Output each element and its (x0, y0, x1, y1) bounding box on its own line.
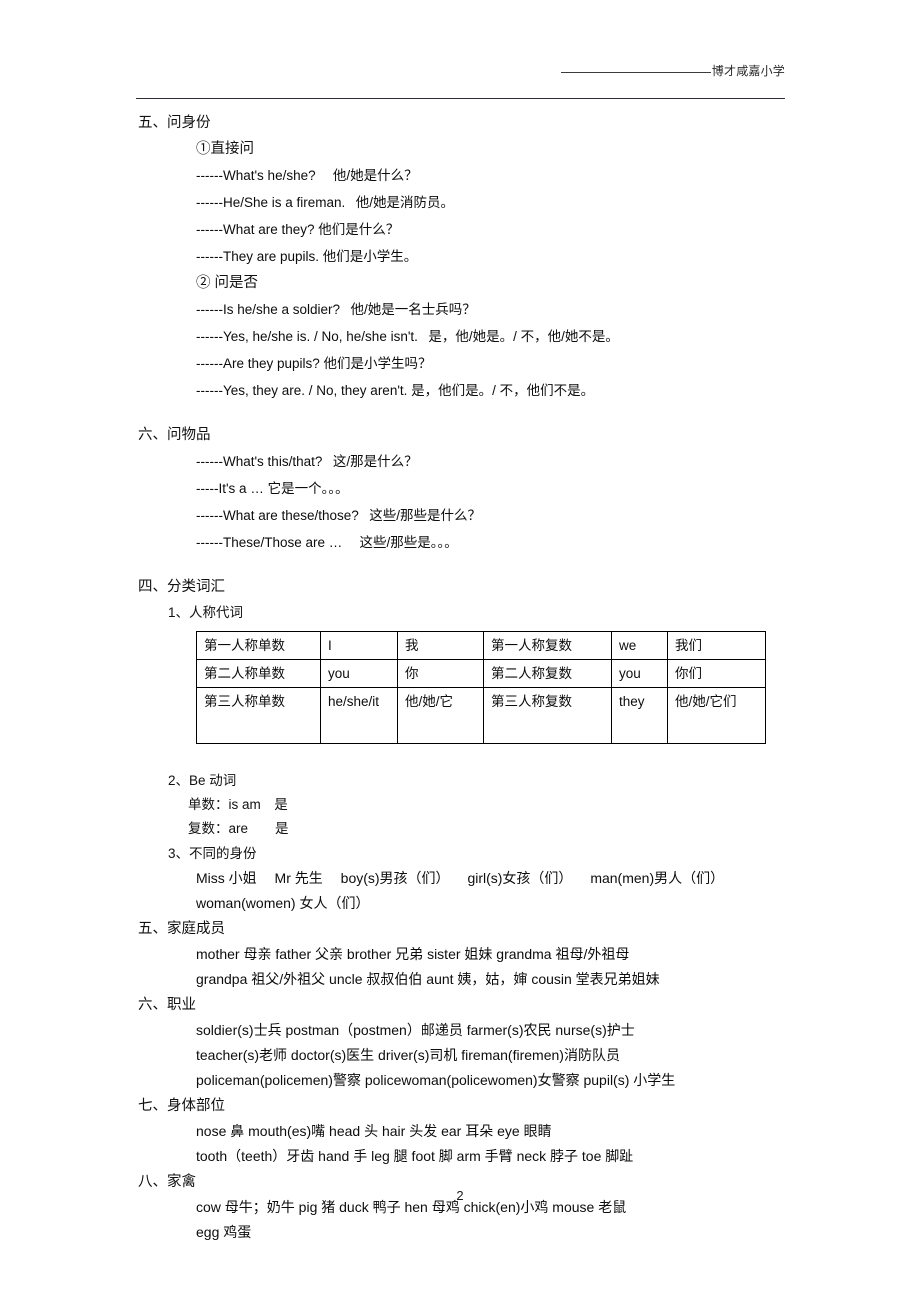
table-cell-singular-en: you (320, 659, 398, 688)
table-cell-plural-label: 第一人称复数 (483, 631, 612, 660)
dialogue-line: ------Yes, he/she is. / No, he/she isn't… (196, 329, 619, 344)
vocab-line: teacher(s)老师 doctor(s)医生 driver(s)司机 fir… (196, 1047, 620, 1063)
section-heading-family: 五、家庭成员 (138, 921, 225, 937)
dialogue-line: ------What's this/that? 这/那是什么？ (196, 454, 418, 469)
dialogue-line: ------They are pupils. 他们是小学生。 (196, 249, 418, 264)
vocab-line: woman(women) 女人（们） (196, 895, 370, 911)
table-cell-singular-cn: 你 (397, 659, 484, 688)
table-cell-plural-cn: 我们 (667, 631, 766, 660)
section-heading-vocab-classified: 四、分类词汇 (138, 579, 225, 595)
table-row: 第一人称单数 I 我 第一人称复数 we 我们 (196, 631, 766, 660)
vocab-line: egg 鸡蛋 (196, 1224, 252, 1240)
vocab-line: tooth（teeth）牙齿 hand 手 leg 腿 foot 脚 arm 手… (196, 1148, 634, 1164)
subsection-label-personal-pronouns: 1、人称代词 (168, 605, 244, 620)
vocab-line: nose 鼻 mouth(es)嘴 head 头 hair 头发 ear 耳朵 … (196, 1123, 552, 1139)
section-heading-body-parts: 七、身体部位 (138, 1098, 225, 1114)
dialogue-line: ------Is he/she a soldier? 他/她是一名士兵吗？ (196, 302, 476, 317)
document-page: 博才咸嘉小学 五、问身份 ①直接问 ------What's he/she? 他… (0, 0, 920, 1302)
header-school-name: 博才咸嘉小学 (711, 64, 785, 78)
section-heading-ask-identity: 五、问身份 (138, 115, 211, 131)
dialogue-line: ------What are these/those? 这些/那些是什么？ (196, 508, 482, 523)
table-cell-singular-cn: 我 (397, 631, 484, 660)
table-cell-singular-cn: 他/她/它 (397, 687, 484, 744)
vocab-line: policeman(policemen)警察 policewoman(polic… (196, 1072, 676, 1088)
vocab-line: grandpa 祖父/外祖父 uncle 叔叔伯伯 aunt 姨，姑，婶 cou… (196, 971, 660, 987)
vocab-line: mother 母亲 father 父亲 brother 兄弟 sister 姐妹… (196, 946, 630, 962)
section-heading-jobs: 六、职业 (138, 997, 196, 1013)
subsection-label-be-verb: 2、Be 动词 (168, 773, 237, 788)
table-cell-plural-label: 第三人称复数 (483, 687, 612, 744)
subsection-label-identities: 3、不同的身份 (168, 846, 257, 861)
dialogue-line: -----It's a … 它是一个。。。 (196, 481, 349, 496)
dialogue-line: ------He/She is a fireman. 他/她是消防员。 (196, 195, 455, 210)
table-cell-singular-label: 第二人称单数 (196, 659, 321, 688)
subheading-direct-question: ①直接问 (196, 141, 254, 157)
table-cell-singular-en: I (320, 631, 398, 660)
page-number: 2 (456, 1188, 464, 1203)
header-underline (560, 72, 711, 73)
table-cell-singular-en: he/she/it (320, 687, 398, 744)
dialogue-line: ------Yes, they are. / No, they aren't. … (196, 383, 595, 398)
subheading-yesno-question: ② 问是否 (196, 275, 259, 291)
table-cell-plural-cn: 你们 (667, 659, 766, 688)
be-verb-singular: 单数：is am 是 (188, 797, 288, 812)
be-verb-plural: 复数：are 是 (188, 821, 289, 836)
table-cell-singular-label: 第三人称单数 (196, 687, 321, 744)
dialogue-line: ------Are they pupils? 他们是小学生吗？ (196, 356, 432, 371)
table-row: 第二人称单数 you 你 第二人称复数 you 你们 (196, 659, 766, 688)
table-cell-plural-label: 第二人称复数 (483, 659, 612, 688)
section-heading-ask-objects: 六、问物品 (138, 427, 211, 443)
table-cell-singular-label: 第一人称单数 (196, 631, 321, 660)
dialogue-line: ------These/Those are … 这些/那些是。。。 (196, 535, 458, 550)
page-header: 博才咸嘉小学 (136, 62, 785, 79)
dialogue-line: ------What's he/she? 他/她是什么？ (196, 168, 418, 183)
pronoun-table-wrapper: 第一人称单数 I 我 第一人称复数 we 我们 第二人称单数 you 你 第二人… (196, 631, 920, 744)
table-cell-plural-en: we (611, 631, 668, 660)
document-body: 五、问身份 ①直接问 ------What's he/she? 他/她是什么？ … (0, 110, 920, 1245)
vocab-line: soldier(s)士兵 postman（postmen）邮递员 farmer(… (196, 1022, 635, 1038)
table-cell-plural-en: they (611, 687, 668, 744)
table-cell-plural-cn: 他/她/它们 (667, 687, 766, 744)
vocab-line: Miss 小姐 Mr 先生 boy(s)男孩（们） girl(s)女孩（们） m… (196, 870, 725, 886)
table-cell-plural-en: you (611, 659, 668, 688)
personal-pronoun-table: 第一人称单数 I 我 第一人称复数 we 我们 第二人称单数 you 你 第二人… (196, 631, 766, 744)
table-row: 第三人称单数 he/she/it 他/她/它 第三人称复数 they 他/她/它… (196, 687, 766, 744)
header-divider-rule (136, 98, 785, 99)
dialogue-line: ------What are they? 他们是什么？ (196, 222, 400, 237)
